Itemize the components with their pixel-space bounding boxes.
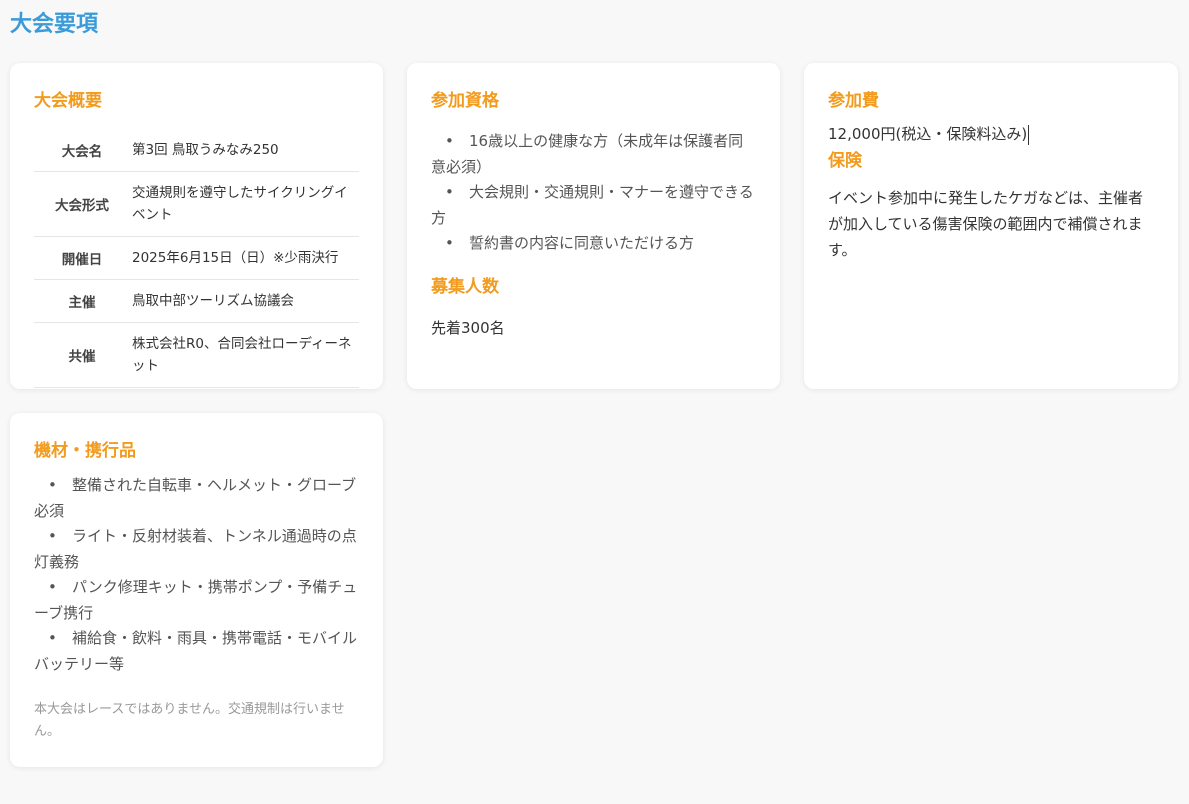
fee-card: 参加費 12,000円(税込・保険料込み) 保険 イベント参加中に発生したケガな… xyxy=(804,63,1178,389)
equipment-heading: 機材・携行品 xyxy=(34,441,136,461)
table-row: 大会名 第3回 鳥取うみなみ250 xyxy=(34,129,359,172)
disclaimer-note: 本大会はレースではありません。交通規制は行いません。 xyxy=(34,702,345,739)
table-row: 開催日 2025年6月15日（日）※少雨決行 xyxy=(34,237,359,280)
capacity-heading: 募集人数 xyxy=(431,276,499,297)
row-label-format: 大会形式 xyxy=(55,198,109,214)
fee-value-line: 12,000円(税込・保険料込み) xyxy=(828,121,1154,147)
row-value-co-organizer: 株式会社R0、合同会社ローディーネット xyxy=(132,336,352,374)
list-item: 大会規則・交通規則・マナーを遵守できる方 xyxy=(431,180,756,231)
capacity-value: 先着300名 xyxy=(431,318,505,337)
text-cursor xyxy=(1028,124,1030,145)
fee-value: 12,000円(税込・保険料込み) xyxy=(828,125,1028,143)
insurance-heading: 保険 xyxy=(828,151,862,171)
fee-heading: 参加費 xyxy=(828,91,879,111)
list-item: 16歳以上の健康な方（未成年は保護者同意必須） xyxy=(431,129,756,180)
list-item: ライト・反射材装着、トンネル通過時の点灯義務 xyxy=(34,524,359,575)
eligibility-card: 参加資格 16歳以上の健康な方（未成年は保護者同意必須） 大会規則・交通規則・マ… xyxy=(407,63,780,389)
insurance-text: イベント参加中に発生したケガなどは、主催者が加入している傷害保険の範囲内で補償さ… xyxy=(828,189,1144,259)
page-title: 大会要項 xyxy=(10,12,99,37)
row-label-date: 開催日 xyxy=(61,252,103,268)
list-item: 整備された自転車・ヘルメット・グローブ必須 xyxy=(34,473,359,524)
table-row: 主催 鳥取中部ツーリズム協議会 xyxy=(34,280,359,323)
list-item: 補給食・飲料・雨具・携帯電話・モバイルバッテリー等 xyxy=(34,626,359,677)
overview-heading: 大会概要 xyxy=(34,91,102,111)
list-item: パンク修理キット・携帯ポンプ・予備チューブ携行 xyxy=(34,575,359,626)
overview-table: 大会名 第3回 鳥取うみなみ250 大会形式 交通規則を遵守したサイクリングイベ… xyxy=(34,129,359,388)
table-row: 大会形式 交通規則を遵守したサイクリングイベント xyxy=(34,172,359,237)
table-row: 共催 株式会社R0、合同会社ローディーネット xyxy=(34,323,359,388)
row-label-co-organizer: 共催 xyxy=(68,349,96,365)
equipment-card: 機材・携行品 整備された自転車・ヘルメット・グローブ必須 ライト・反射材装着、ト… xyxy=(10,413,383,767)
eligibility-heading: 参加資格 xyxy=(431,91,499,111)
row-label-event-name: 大会名 xyxy=(61,144,103,160)
list-item: 誓約書の内容に同意いただける方 xyxy=(431,231,756,257)
row-value-organizer: 鳥取中部ツーリズム協議会 xyxy=(132,293,294,309)
eligibility-list: 16歳以上の健康な方（未成年は保護者同意必須） 大会規則・交通規則・マナーを遵守… xyxy=(431,129,756,257)
row-value-date: 2025年6月15日（日）※少雨決行 xyxy=(132,250,339,266)
row-value-event-name: 第3回 鳥取うみなみ250 xyxy=(132,142,279,158)
equipment-list: 整備された自転車・ヘルメット・グローブ必須 ライト・反射材装着、トンネル通過時の… xyxy=(34,473,359,677)
row-value-format: 交通規則を遵守したサイクリングイベント xyxy=(132,185,348,223)
row-label-organizer: 主催 xyxy=(68,295,96,311)
overview-card: 大会概要 大会名 第3回 鳥取うみなみ250 大会形式 交通規則を遵守したサイク… xyxy=(10,63,383,389)
